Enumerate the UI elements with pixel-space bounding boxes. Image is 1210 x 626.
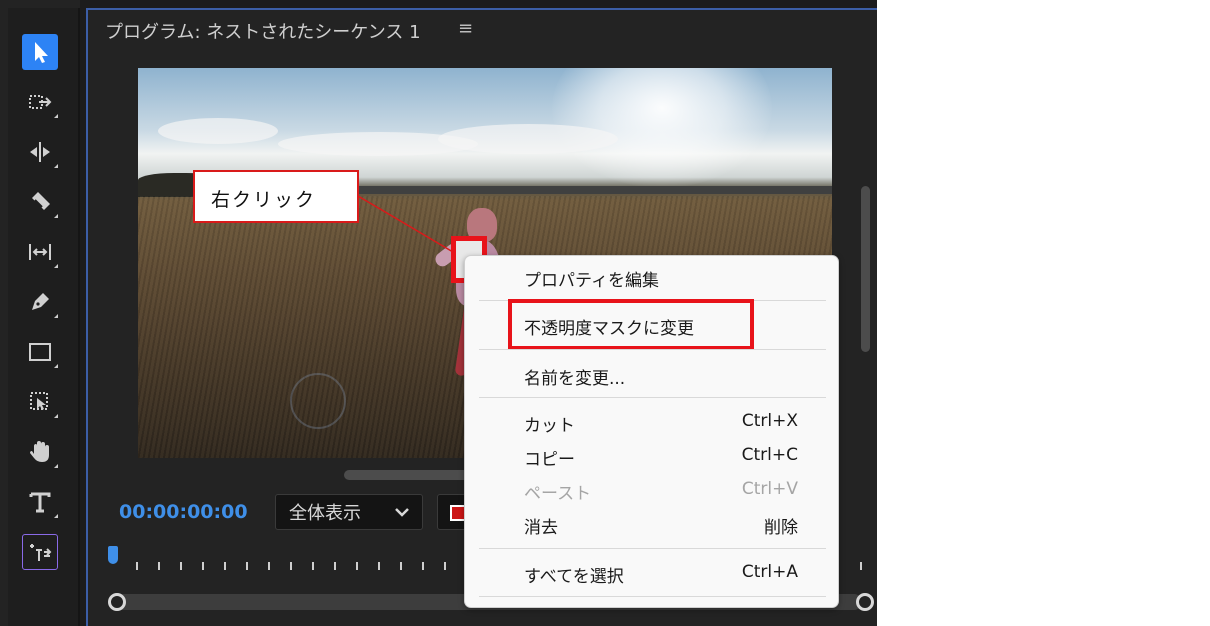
- ripple-edit-tool[interactable]: [22, 134, 58, 170]
- menu-separator: [479, 596, 826, 597]
- menu-item-convert-to-opacity-mask[interactable]: 不透明度マスクに変更: [524, 314, 694, 339]
- shortcut-select-all: Ctrl+A: [741, 562, 798, 582]
- track-select-tool[interactable]: [22, 84, 58, 120]
- hand-icon: [30, 441, 49, 462]
- ruler-tick: [268, 562, 270, 570]
- zoom-level-value: 全体表示: [289, 503, 361, 524]
- more-tools-indicator: [54, 314, 58, 318]
- pen-icon: [32, 293, 49, 310]
- generative-extend-tool[interactable]: [22, 534, 58, 570]
- rectangle-icon: [29, 343, 51, 361]
- menu-item-cut[interactable]: カット: [524, 411, 575, 436]
- zoom-scroll-start-handle[interactable]: [108, 593, 126, 611]
- more-tools-indicator: [54, 464, 58, 468]
- menu-separator: [479, 548, 826, 549]
- ruler-tick: [136, 562, 138, 570]
- menu-separator: [479, 349, 826, 350]
- more-tools-indicator: [54, 414, 58, 418]
- shortcut-clear: 削除: [764, 518, 798, 538]
- lens-flare: [290, 373, 346, 429]
- ruler-tick: [378, 562, 380, 570]
- hand-tool[interactable]: [22, 434, 58, 470]
- blank-area: [877, 0, 1210, 626]
- razor-icon: [32, 192, 50, 210]
- menu-item-paste: ペースト: [524, 484, 592, 504]
- panel-title[interactable]: プログラム: ネストされたシーケンス 1: [105, 18, 421, 44]
- cloud: [438, 124, 618, 154]
- track-matte-tool[interactable]: [22, 384, 58, 420]
- razor-tool[interactable]: [22, 184, 58, 220]
- type-icon: [29, 492, 51, 513]
- cloud: [158, 118, 278, 144]
- more-tools-indicator: [54, 164, 58, 168]
- more-tools-indicator: [54, 364, 58, 368]
- track-select-forward-icon: [29, 95, 52, 109]
- ruler-tick: [400, 562, 402, 570]
- menu-item-rename[interactable]: 名前を変更...: [524, 364, 625, 389]
- type-tool[interactable]: [22, 484, 58, 520]
- ruler-tick: [356, 562, 358, 570]
- more-tools-indicator: [54, 214, 58, 218]
- arrow-icon: [35, 42, 48, 63]
- ruler-tick: [290, 562, 292, 570]
- shortcut-copy: Ctrl+C: [741, 445, 798, 465]
- ripple-edit-icon: [30, 142, 50, 162]
- ruler-tick: [180, 562, 182, 570]
- vertical-scrollbar[interactable]: [861, 186, 870, 352]
- menu-item-copy[interactable]: コピー: [524, 445, 575, 470]
- more-tools-indicator: [54, 264, 58, 268]
- selection-tool[interactable]: [22, 34, 58, 70]
- ruler-tick: [224, 562, 226, 570]
- right-click-callout: 右クリック: [193, 170, 359, 223]
- track-matte-icon: [30, 392, 48, 410]
- ruler-tick: [246, 562, 248, 570]
- playhead[interactable]: [108, 546, 118, 564]
- tools-panel: [0, 0, 80, 626]
- shortcut-cut: Ctrl+X: [741, 411, 798, 431]
- callout-text: 右クリック: [211, 189, 317, 211]
- ruler-tick: [860, 562, 862, 570]
- menu-separator: [479, 397, 826, 398]
- chevron-down-icon: [395, 508, 409, 517]
- menu-item-select-all[interactable]: すべてを選択: [524, 562, 624, 587]
- zoom-scroll-end-handle[interactable]: [856, 593, 874, 611]
- menu-item-clear[interactable]: 消去: [524, 513, 558, 538]
- playhead-timecode[interactable]: 00:00:00:00: [119, 501, 248, 523]
- ruler-tick: [334, 562, 336, 570]
- menu-item-edit-properties[interactable]: プロパティを編集: [524, 266, 659, 291]
- tools-strip: [8, 8, 80, 626]
- slip-icon: [29, 244, 51, 260]
- context-menu: プロパティを編集 不透明度マスクに変更 名前を変更... カット Ctrl+X …: [464, 255, 839, 608]
- ruler-tick: [444, 562, 446, 570]
- ruler-tick: [422, 562, 424, 570]
- ruler-tick: [158, 562, 160, 570]
- shortcut-paste: Ctrl+V: [741, 479, 798, 499]
- rectangle-tool[interactable]: [22, 334, 58, 370]
- panel-menu-icon[interactable]: ≡: [458, 18, 473, 39]
- ruler-tick: [312, 562, 314, 570]
- pen-tool[interactable]: [22, 284, 58, 320]
- more-tools-indicator: [54, 514, 58, 518]
- slip-tool[interactable]: [22, 234, 58, 270]
- generative-extend-icon: [30, 544, 52, 561]
- ruler-tick: [202, 562, 204, 570]
- more-tools-indicator: [54, 114, 58, 118]
- zoom-level-select[interactable]: 全体表示: [275, 494, 423, 530]
